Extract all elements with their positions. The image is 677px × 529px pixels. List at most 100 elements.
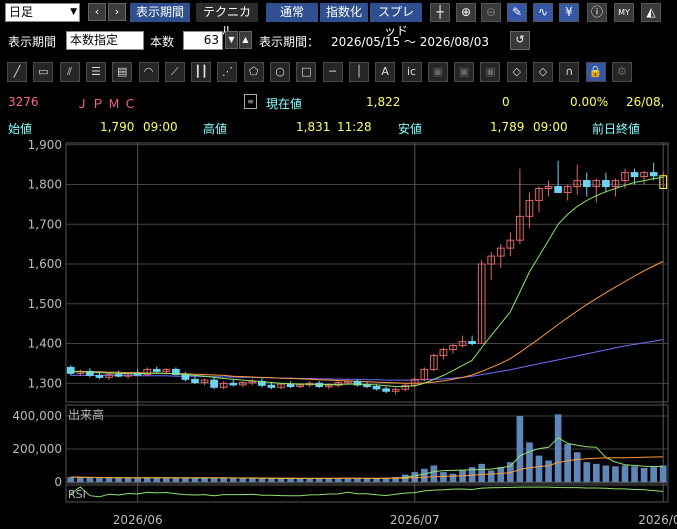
circle-tool[interactable]: ○ bbox=[270, 62, 290, 82]
angle-fan-tool[interactable]: ⋰ bbox=[217, 62, 238, 82]
count-stepper-down-icon[interactable]: ▼ bbox=[225, 31, 238, 49]
x-tick-label: 2026/07 bbox=[390, 513, 440, 527]
my-chart-icon[interactable]: MY bbox=[614, 3, 634, 22]
lock-tool[interactable]: 🔒 bbox=[585, 62, 606, 82]
volume-bar bbox=[449, 473, 457, 482]
x-tick-label: 2026/06 bbox=[113, 513, 163, 527]
period-select[interactable]: 日足 ▼ bbox=[5, 3, 80, 22]
volume-bar bbox=[162, 478, 170, 482]
text-tool[interactable]: A bbox=[375, 62, 396, 82]
chevron-down-icon: ▼ bbox=[70, 7, 77, 17]
zoom-in-icon[interactable]: ⊕ bbox=[456, 3, 476, 22]
prev-button[interactable]: ‹ bbox=[88, 3, 106, 21]
volume-bar bbox=[354, 478, 361, 482]
zoom-out-icon[interactable]: ⊖ bbox=[481, 3, 501, 22]
fib-tool[interactable]: ☰ bbox=[85, 62, 106, 82]
volume-bar bbox=[430, 465, 438, 482]
document-icon[interactable]: ≡ bbox=[244, 94, 257, 109]
wave-icon[interactable]: ∿ bbox=[533, 3, 553, 22]
volume-bar bbox=[182, 478, 189, 482]
grid-tool[interactable]: ▤ bbox=[112, 62, 133, 82]
area-chart-icon[interactable]: ◭ bbox=[641, 3, 661, 22]
mode-index-button[interactable]: 指数化 bbox=[320, 3, 368, 22]
next-button[interactable]: › bbox=[108, 3, 126, 21]
eraser-tool[interactable]: ◇ bbox=[506, 62, 527, 82]
current-price: 1,822 bbox=[366, 95, 401, 109]
refresh-icon[interactable]: ↺ bbox=[510, 31, 530, 50]
volume-bar bbox=[411, 472, 419, 482]
fan-tool[interactable]: ⟋ bbox=[164, 62, 185, 82]
candle-body bbox=[210, 379, 218, 388]
ma-mid-line bbox=[70, 260, 664, 384]
icon-tool[interactable]: ic bbox=[401, 62, 422, 82]
volume-bar bbox=[640, 467, 648, 482]
copy-tool[interactable]: ▣ bbox=[427, 62, 448, 82]
hline-tool[interactable]: ─ bbox=[322, 62, 343, 82]
low-value: 1,789 bbox=[490, 120, 525, 134]
volume-tick-label: 0 bbox=[54, 475, 62, 489]
volume-bar bbox=[76, 477, 84, 482]
rect-tool[interactable]: □ bbox=[296, 62, 317, 82]
volume-bar bbox=[535, 455, 543, 482]
edit-tool[interactable]: ▣ bbox=[480, 62, 501, 82]
candle-body bbox=[382, 388, 390, 392]
candle-body bbox=[267, 384, 276, 388]
ruler-tool[interactable]: ▭ bbox=[33, 62, 54, 82]
open-label: 始値 bbox=[8, 122, 33, 136]
y-tick-label: 1,700 bbox=[28, 217, 62, 231]
candle-body bbox=[95, 374, 104, 378]
volume-bar bbox=[363, 478, 371, 482]
volume-tick-label: 200,000 bbox=[12, 442, 62, 456]
volume-bar bbox=[153, 477, 161, 482]
volume-bar bbox=[296, 478, 304, 482]
candle-body bbox=[554, 186, 562, 193]
volume-bar bbox=[564, 444, 572, 482]
settings-tool[interactable]: ⚙ bbox=[611, 62, 632, 82]
mode-normal-button[interactable]: 通常 bbox=[266, 3, 318, 22]
volume-bar bbox=[583, 462, 591, 482]
candle-body bbox=[191, 378, 199, 384]
mode-spread-button[interactable]: スプレッド bbox=[370, 3, 422, 38]
paste-tool[interactable]: ▣ bbox=[454, 62, 475, 82]
magnet-tool[interactable]: ∩ bbox=[559, 62, 580, 82]
line-tool[interactable]: ╱ bbox=[7, 62, 27, 82]
bars-tool[interactable]: ┃┃ bbox=[191, 62, 212, 82]
ma-long-line bbox=[70, 339, 664, 381]
volume-bar bbox=[554, 414, 562, 482]
current-price-label: 現在値 bbox=[266, 97, 303, 111]
delete-tool[interactable]: ◇ bbox=[533, 62, 553, 82]
crosshair-icon[interactable]: ┼ bbox=[430, 3, 450, 22]
info-icon[interactable]: ⓘ bbox=[587, 3, 607, 22]
volume-bar bbox=[516, 415, 524, 482]
prev-icon: ‹ bbox=[94, 5, 100, 18]
count-label: 本数 bbox=[150, 35, 175, 49]
pentagon-tool[interactable]: ⬠ bbox=[243, 62, 264, 82]
volume-bar bbox=[545, 460, 552, 482]
tab-technical[interactable]: テクニカル bbox=[196, 3, 258, 38]
price-change-pct: 0.00% bbox=[570, 95, 609, 109]
price-chart[interactable]: 1,900 1,800 1,700 1,600 1,500 1,400 1,300 400,0… bbox=[0, 140, 677, 529]
yen-icon[interactable]: ¥ bbox=[559, 3, 579, 22]
candle-body bbox=[152, 368, 161, 372]
vline-tool[interactable]: │ bbox=[348, 62, 369, 82]
count-input[interactable]: 63 bbox=[183, 31, 223, 50]
y-tick-label: 1,900 bbox=[28, 140, 62, 152]
range-value: 2026/05/15 ～ 2026/08/03 bbox=[331, 35, 489, 49]
candle-body bbox=[363, 384, 371, 387]
volume-bar bbox=[650, 467, 658, 482]
volume-bar bbox=[344, 478, 352, 482]
candle-body bbox=[229, 382, 238, 386]
price-change: 0 bbox=[502, 95, 510, 109]
volume-bar bbox=[612, 466, 619, 482]
candle-body bbox=[630, 172, 639, 178]
count-stepper-up-icon[interactable]: ▲ bbox=[239, 31, 252, 49]
volume-bar bbox=[373, 478, 380, 482]
mode-select[interactable]: 本数指定 bbox=[66, 31, 144, 50]
parallel-tool[interactable]: ⫽ bbox=[59, 62, 80, 82]
candle-body bbox=[468, 341, 476, 345]
arc-tool[interactable]: ◠ bbox=[138, 62, 159, 82]
volume-bar bbox=[277, 478, 285, 482]
tab-period[interactable]: 表示期間 bbox=[130, 3, 190, 22]
pencil-icon[interactable]: ✎ bbox=[507, 3, 527, 22]
volume-bar bbox=[229, 478, 237, 482]
